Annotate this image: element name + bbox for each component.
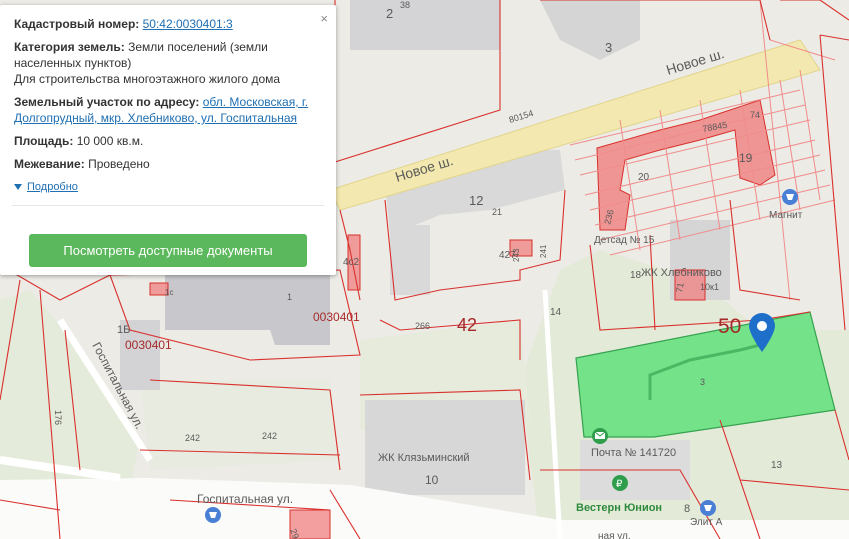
label-266: 266 (415, 321, 430, 331)
cadastral-number-label: Кадастровый номер: (14, 17, 140, 31)
label-242-b: 242 (262, 431, 277, 441)
details-toggle[interactable]: Подробно (14, 179, 322, 195)
view-documents-button[interactable]: Посмотреть доступные документы (29, 234, 307, 267)
quarter-number-1: 0030401 (313, 310, 360, 324)
label-elit: Элит А (690, 517, 723, 528)
label-8: 8 (684, 503, 690, 515)
address-row: Земельный участок по адресу: обл. Москов… (14, 94, 322, 126)
label-10k1: 10к1 (700, 282, 719, 292)
label-243: 243 (512, 248, 521, 262)
label-2: 2 (386, 6, 393, 21)
label-western-union: Вестерн Юнион (576, 502, 662, 514)
western-union-icon[interactable]: ₽ (612, 475, 628, 491)
road-label-gospitalnaya-1: Госпитальная ул. (197, 492, 293, 506)
area-value: 10 000 кв.м. (76, 134, 144, 148)
label-38: 38 (400, 0, 410, 10)
label-20: 20 (638, 172, 650, 183)
label-18: 18 (630, 270, 642, 281)
label-1b: 1Б (117, 324, 130, 336)
label-10: 10 (425, 473, 439, 487)
label-242-a: 242 (185, 433, 200, 443)
area-row: Площадь: 10 000 кв.м. (14, 133, 322, 149)
chevron-down-icon (14, 184, 22, 191)
survey-value: Проведено (88, 157, 150, 171)
label-71: 71 (674, 282, 686, 294)
land-category-row: Категория земель: Земли поселений (земли… (14, 39, 322, 87)
label-241: 241 (539, 244, 548, 258)
label-12: 12 (469, 193, 483, 208)
land-category-label: Категория земель: (14, 40, 125, 54)
parcel-number: 3 (700, 377, 705, 387)
label-bottom-street: ная ул. (598, 531, 631, 539)
details-link[interactable]: Подробно (27, 181, 78, 193)
quarter-42: 42 (457, 315, 477, 335)
label-21: 21 (492, 207, 502, 217)
label-1: 1 (287, 292, 292, 302)
cadastral-number-link[interactable]: 50:42:0030401:3 (143, 17, 233, 31)
survey-label: Межевание: (14, 157, 85, 171)
survey-row: Межевание: Проведено (14, 156, 322, 172)
label-magnit: Магнит (769, 210, 803, 221)
district-number: 50 (718, 315, 741, 338)
label-176: 176 (53, 410, 63, 425)
quarter-number-2: 0030401 (125, 338, 172, 352)
shop-icon-elit[interactable] (700, 500, 716, 516)
address-label: Земельный участок по адресу: (14, 95, 200, 109)
label-74: 74 (750, 110, 760, 120)
shop-icon-magnit[interactable] (782, 189, 798, 205)
label-zhk-hlebnikovo: ЖК Хлебниково (641, 267, 722, 279)
cadastral-number-row: Кадастровый номер: 50:42:0030401:3 (14, 16, 322, 32)
parcel-info-card: × Кадастровый номер: 50:42:0030401:3 Кат… (0, 5, 336, 275)
label-4c2: 4с2 (343, 257, 360, 268)
post-office-icon[interactable] (592, 428, 608, 444)
label-post-office: Почта № 141720 (591, 447, 676, 459)
shop-icon-left[interactable] (205, 507, 221, 523)
label-zhk-klyazminsky: ЖК Клязьминский (378, 452, 470, 464)
close-icon[interactable]: × (320, 11, 328, 27)
permitted-use-value: Для строительства многоэтажного жилого д… (14, 72, 281, 86)
label-14: 14 (550, 307, 562, 318)
area-label: Площадь: (14, 134, 74, 148)
label-13: 13 (771, 460, 783, 471)
label-3: 3 (605, 40, 612, 55)
svg-text:₽: ₽ (616, 479, 623, 490)
divider (12, 205, 324, 206)
label-kindergarten: Детсад № 15 (594, 235, 655, 246)
label-1c: 1с (165, 288, 173, 297)
label-19: 19 (739, 151, 753, 165)
